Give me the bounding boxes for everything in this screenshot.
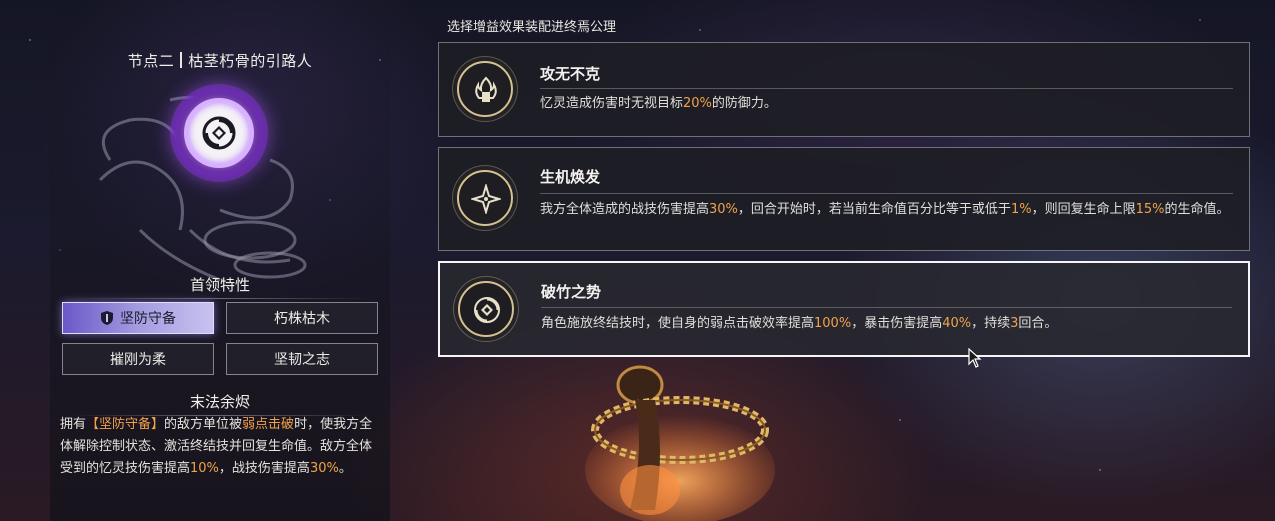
buff-divider	[541, 307, 1232, 308]
desc-highlight: 30%	[709, 202, 738, 217]
buff-card-3[interactable]: 破竹之势 角色施放终结技时，使自身的弱点击破效率提高100%，暴击伤害提高40%…	[438, 261, 1250, 357]
desc-text: 的生命值。	[1164, 202, 1230, 217]
desc-text: 回合。	[1018, 316, 1058, 331]
mouse-cursor-icon	[968, 348, 982, 368]
trait-label: 摧刚为柔	[110, 352, 166, 368]
desc-text: 我方全体造成的战技伤害提高	[540, 202, 710, 217]
node-title-name: 枯茎朽骨的引路人	[188, 52, 313, 70]
trait-button-resolve[interactable]: 坚韧之志	[226, 343, 378, 375]
buff-title: 破竹之势	[541, 283, 602, 301]
trait-button-fortified[interactable]: 坚防守备	[62, 302, 214, 334]
boss-node-panel: 节点二 枯茎朽骨的引路人 首领特性 坚防守备 朽株枯木 摧刚为柔 坚韧之志 末法…	[50, 0, 390, 521]
node-orb-ring	[184, 98, 254, 168]
desc-text: 拥有	[60, 417, 87, 432]
desc-text: 忆灵造成伤害时无视目标	[540, 96, 684, 111]
desc-highlight: 10%	[190, 461, 219, 476]
finale-heading: 末法余烬	[50, 391, 390, 416]
gear-artifact-image	[585, 365, 775, 521]
trait-button-soften[interactable]: 摧刚为柔	[62, 343, 214, 375]
instruction-text: 选择增益效果装配进终焉公理	[447, 20, 617, 35]
desc-highlight: 100%	[814, 316, 852, 331]
title-separator	[180, 52, 183, 68]
desc-highlight: 1%	[1010, 202, 1032, 217]
break-cycle-icon	[458, 281, 514, 337]
buff-description: 角色施放终结技时，使自身的弱点击破效率提高100%，暴击伤害提高40%，持续3回…	[541, 315, 1232, 333]
buff-title: 生机焕发	[540, 168, 601, 186]
trait-label: 坚防守备	[120, 311, 176, 327]
star-sparkle-icon	[457, 170, 513, 226]
trait-label: 朽株枯木	[274, 311, 330, 327]
desc-text: ，暴击伤害提高	[851, 316, 943, 331]
desc-highlight: 20%	[683, 96, 712, 111]
desc-text: 。	[338, 461, 352, 476]
desc-text: 的敌方单位被	[164, 417, 243, 432]
buff-card-2[interactable]: 生机焕发 我方全体造成的战技伤害提高30%，回合开始时，若当前生命值百分比等于或…	[438, 147, 1250, 251]
desc-highlight: 弱点击破	[242, 417, 295, 432]
desc-highlight: 15%	[1135, 202, 1165, 217]
node-title: 节点二 枯茎朽骨的引路人	[50, 50, 390, 71]
buff-description: 我方全体造成的战技伤害提高30%，回合开始时，若当前生命值百分比等于或低于1%，…	[540, 201, 1233, 219]
trait-button-withered[interactable]: 朽株枯木	[226, 302, 378, 334]
node-title-index: 节点二	[127, 52, 175, 70]
desc-text: 角色施放终结技时，使自身的弱点击破效率提高	[541, 316, 815, 331]
desc-highlight: 【坚防守备】	[86, 417, 165, 432]
shield-icon	[101, 311, 113, 325]
buff-divider	[540, 193, 1233, 194]
desc-highlight: 30%	[309, 461, 339, 476]
node-orb[interactable]	[170, 84, 268, 182]
break-cycle-icon	[202, 116, 236, 150]
buff-divider	[540, 88, 1233, 89]
fist-flame-icon	[457, 61, 513, 117]
buff-title: 攻无不克	[540, 65, 601, 83]
boss-traits-heading: 首领特性	[50, 274, 390, 299]
buff-card-1[interactable]: 攻无不克 忆灵造成伤害时无视目标20%的防御力。	[438, 42, 1250, 137]
trait-label: 坚韧之志	[274, 352, 330, 368]
finale-description: 拥有【坚防守备】的敌方单位被弱点击破时，使我方全体解除控制状态、激活终结技并回复…	[60, 414, 382, 480]
desc-highlight: 40%	[942, 316, 972, 331]
desc-text: ，持续	[971, 316, 1011, 331]
desc-text: 的防御力。	[711, 96, 777, 111]
desc-text: ，回合开始时，若当前生命值百分比等于或低于	[737, 202, 1011, 217]
desc-text: ，则回复生命上限	[1031, 202, 1136, 217]
buff-description: 忆灵造成伤害时无视目标20%的防御力。	[540, 95, 1233, 113]
desc-text: ，战技伤害提高	[218, 461, 310, 476]
